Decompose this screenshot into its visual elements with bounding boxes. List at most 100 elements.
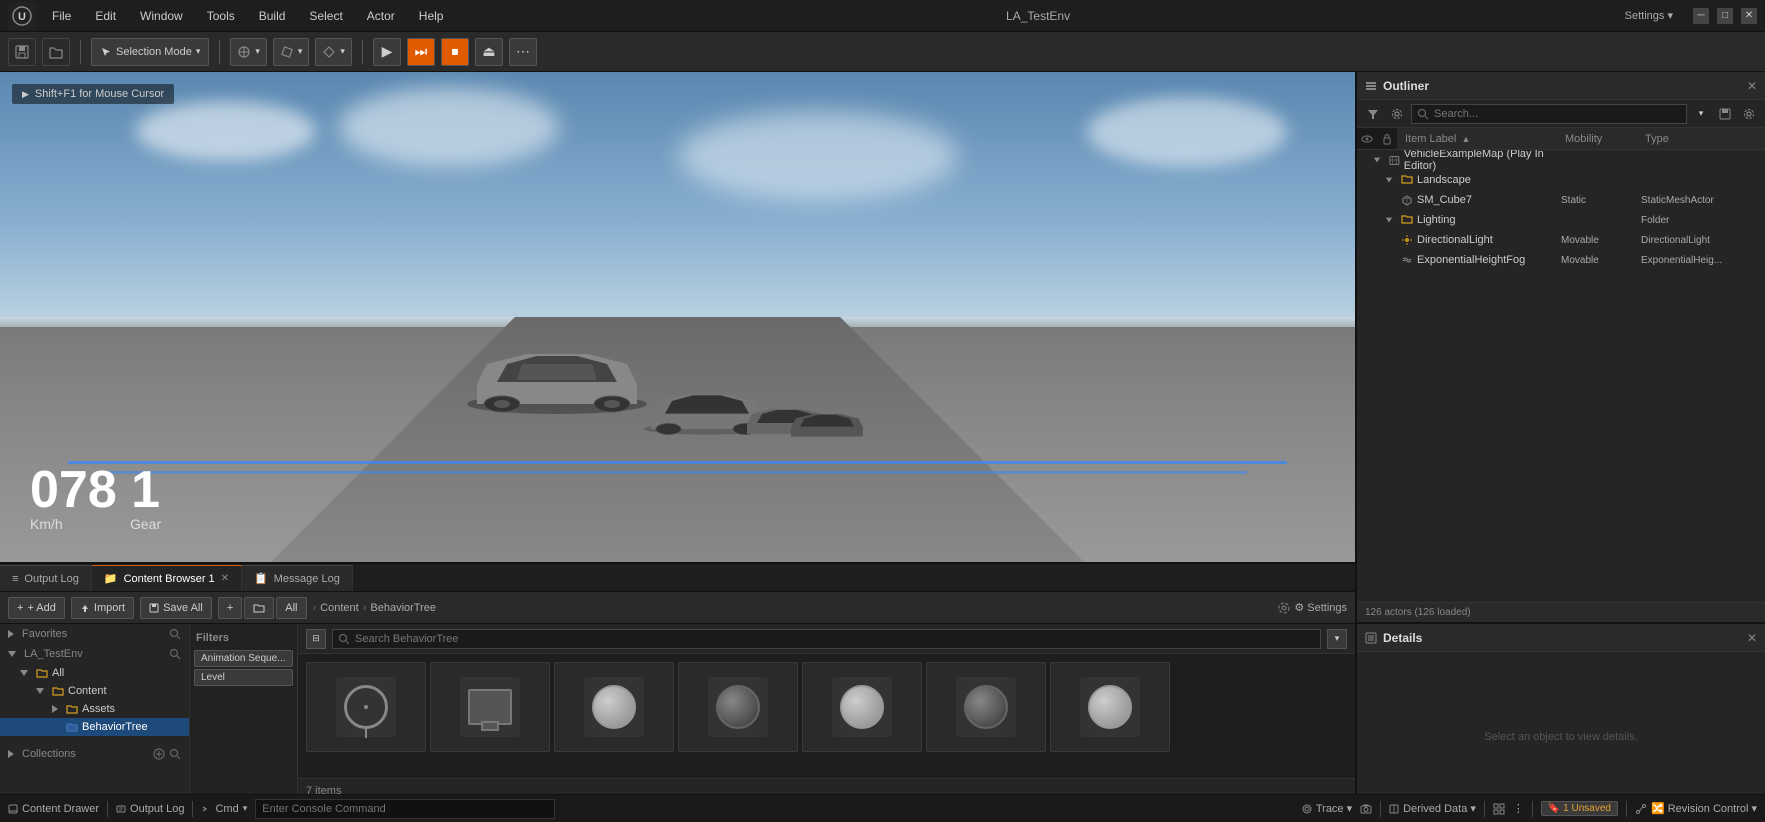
grid-item-5[interactable] bbox=[802, 662, 922, 752]
save-button[interactable] bbox=[8, 38, 36, 66]
more-play-button[interactable]: ⋯ bbox=[509, 38, 537, 66]
search-input[interactable] bbox=[332, 629, 1321, 649]
menu-actor[interactable]: Actor bbox=[359, 5, 403, 27]
outliner-settings-button[interactable] bbox=[1387, 104, 1407, 124]
cloud-3 bbox=[678, 111, 958, 201]
trace-button[interactable]: Trace ▾ bbox=[1302, 802, 1352, 815]
play-button[interactable]: ▶ bbox=[373, 38, 401, 66]
grid-item-2[interactable] bbox=[430, 662, 550, 752]
all-item[interactable]: All bbox=[0, 664, 189, 682]
minimize-button[interactable]: ─ bbox=[1693, 8, 1709, 24]
revision-control-button[interactable]: 🔀 Revision Control ▾ bbox=[1635, 802, 1757, 815]
sort-button[interactable]: ⊟ bbox=[306, 629, 326, 649]
status-sep-6 bbox=[1626, 801, 1627, 817]
favorites-section[interactable]: Favorites bbox=[0, 624, 189, 644]
outliner-row-smcube[interactable]: SM_Cube7 Static StaticMeshActor bbox=[1357, 190, 1765, 210]
stop-button[interactable]: ⏹ bbox=[441, 38, 469, 66]
skip-button[interactable]: ⏭ bbox=[407, 38, 435, 66]
output-log-button[interactable]: Output Log bbox=[116, 803, 184, 815]
dropdown-button[interactable]: ▾ bbox=[1327, 629, 1347, 649]
viewport-panel: ▶ Shift+F1 for Mouse Cursor 078 Km/h 1 G… bbox=[0, 72, 1355, 822]
grid-item-7[interactable] bbox=[1050, 662, 1170, 752]
row-lighting-label: Lighting bbox=[1417, 214, 1456, 226]
transform-btn-1[interactable]: ▾ bbox=[230, 38, 267, 66]
menu-edit[interactable]: Edit bbox=[87, 5, 124, 27]
toolbar-sep-1 bbox=[80, 40, 81, 64]
tab-message-log[interactable]: 📋 Message Log bbox=[242, 565, 353, 591]
outliner-row-lighting[interactable]: Lighting Folder bbox=[1357, 210, 1765, 230]
all-button[interactable]: All bbox=[276, 597, 306, 619]
derived-data-button[interactable]: Derived Data ▾ bbox=[1389, 802, 1476, 815]
all-folder-icon bbox=[36, 668, 48, 678]
import-button[interactable]: Import bbox=[71, 597, 134, 619]
collections-add-icon[interactable] bbox=[153, 748, 165, 760]
favorites-search-icon[interactable] bbox=[169, 628, 181, 640]
menu-select[interactable]: Select bbox=[301, 5, 350, 27]
collections-section[interactable]: Collections bbox=[0, 744, 189, 764]
bottom-tab-bar: ≡ Output Log 📁 Content Browser 1 ✕ 📋 Mes… bbox=[0, 564, 1355, 592]
details-close[interactable]: ✕ bbox=[1747, 631, 1757, 645]
grid-item-6[interactable] bbox=[926, 662, 1046, 752]
folder-icon-button[interactable] bbox=[244, 597, 274, 619]
selection-mode-button[interactable]: Selection Mode ▾ bbox=[91, 38, 209, 66]
content-item[interactable]: Content bbox=[0, 682, 189, 700]
outliner-save-button[interactable] bbox=[1715, 104, 1735, 124]
console-input[interactable] bbox=[255, 799, 555, 819]
menu-window[interactable]: Window bbox=[132, 5, 191, 27]
cmd-button[interactable]: Cmd ▾ bbox=[201, 803, 247, 815]
outliner-row-dirlight[interactable]: DirectionalLight Movable DirectionalLigh… bbox=[1357, 230, 1765, 250]
outliner-status-text: 126 actors (126 loaded) bbox=[1365, 607, 1471, 618]
grid-item-4[interactable] bbox=[678, 662, 798, 752]
grid-button[interactable] bbox=[1493, 803, 1505, 815]
title-bar: U File Edit Window Tools Build Select Ac… bbox=[0, 0, 1765, 32]
grid-item-3[interactable] bbox=[554, 662, 674, 752]
outliner-row-landscape[interactable]: Landscape bbox=[1357, 170, 1765, 190]
unsaved-badge[interactable]: 🔖 1 Unsaved bbox=[1541, 801, 1618, 816]
open-button[interactable] bbox=[42, 38, 70, 66]
settings-label[interactable]: Settings ▾ bbox=[1625, 9, 1673, 22]
more-button[interactable]: ⋮ bbox=[1513, 802, 1524, 815]
menu-help[interactable]: Help bbox=[411, 5, 452, 27]
lock-col[interactable] bbox=[1377, 128, 1397, 149]
menu-tools[interactable]: Tools bbox=[199, 5, 243, 27]
content-drawer-button[interactable]: Content Drawer bbox=[8, 803, 99, 815]
outliner-search-input[interactable] bbox=[1411, 104, 1687, 124]
tab-output-log[interactable]: ≡ Output Log bbox=[0, 565, 92, 591]
transform-btn-2[interactable]: ▾ bbox=[273, 38, 310, 66]
app-title: LA_TestEnv bbox=[1006, 9, 1070, 23]
close-button[interactable]: ✕ bbox=[1741, 8, 1757, 24]
eject-button[interactable]: ⏏ bbox=[475, 38, 503, 66]
outliner-row-fog[interactable]: ExponentialHeightFog Movable Exponential… bbox=[1357, 250, 1765, 270]
outliner-save-icon bbox=[1719, 108, 1731, 120]
status-sep-1 bbox=[107, 801, 108, 817]
add-button[interactable]: + + Add bbox=[8, 597, 65, 619]
tab-content-browser[interactable]: 📁 Content Browser 1 ✕ bbox=[92, 565, 242, 591]
grid-item-1[interactable] bbox=[306, 662, 426, 752]
row-dirlight-label: DirectionalLight bbox=[1417, 234, 1493, 246]
visibility-col[interactable] bbox=[1357, 128, 1377, 149]
root-section[interactable]: LA_TestEnv bbox=[0, 644, 189, 664]
transform-btn-3[interactable]: ▾ bbox=[315, 38, 352, 66]
settings-button[interactable]: ⚙ Settings bbox=[1278, 601, 1347, 614]
outliner-filter-button[interactable] bbox=[1363, 104, 1383, 124]
collections-search-icon[interactable] bbox=[169, 748, 181, 760]
outliner-close[interactable]: ✕ bbox=[1747, 79, 1757, 93]
directional-light-icon bbox=[1401, 234, 1413, 246]
outliner-row-map[interactable]: VehicleExampleMap (Play In Editor) bbox=[1357, 150, 1765, 170]
filter-level[interactable]: Level bbox=[194, 669, 293, 686]
behavior-tree-item[interactable]: BehaviorTree bbox=[0, 718, 189, 736]
viewport[interactable]: ▶ Shift+F1 for Mouse Cursor 078 Km/h 1 G… bbox=[0, 72, 1355, 562]
maximize-button[interactable]: □ bbox=[1717, 8, 1733, 24]
outliner-dropdown[interactable]: ▾ bbox=[1691, 104, 1711, 124]
menu-build[interactable]: Build bbox=[251, 5, 294, 27]
menu-file[interactable]: File bbox=[44, 5, 79, 27]
camera-button[interactable] bbox=[1360, 804, 1372, 814]
filter-animation[interactable]: Animation Seque... bbox=[194, 650, 293, 667]
root-search-icon[interactable] bbox=[169, 648, 181, 660]
add-folder-button[interactable]: + bbox=[218, 597, 242, 619]
assets-item[interactable]: Assets bbox=[0, 700, 189, 718]
tab-content-browser-close[interactable]: ✕ bbox=[221, 573, 229, 584]
save-all-button[interactable]: Save All bbox=[140, 597, 212, 619]
root-collapse-icon bbox=[8, 651, 16, 657]
outliner-options-button[interactable] bbox=[1739, 104, 1759, 124]
